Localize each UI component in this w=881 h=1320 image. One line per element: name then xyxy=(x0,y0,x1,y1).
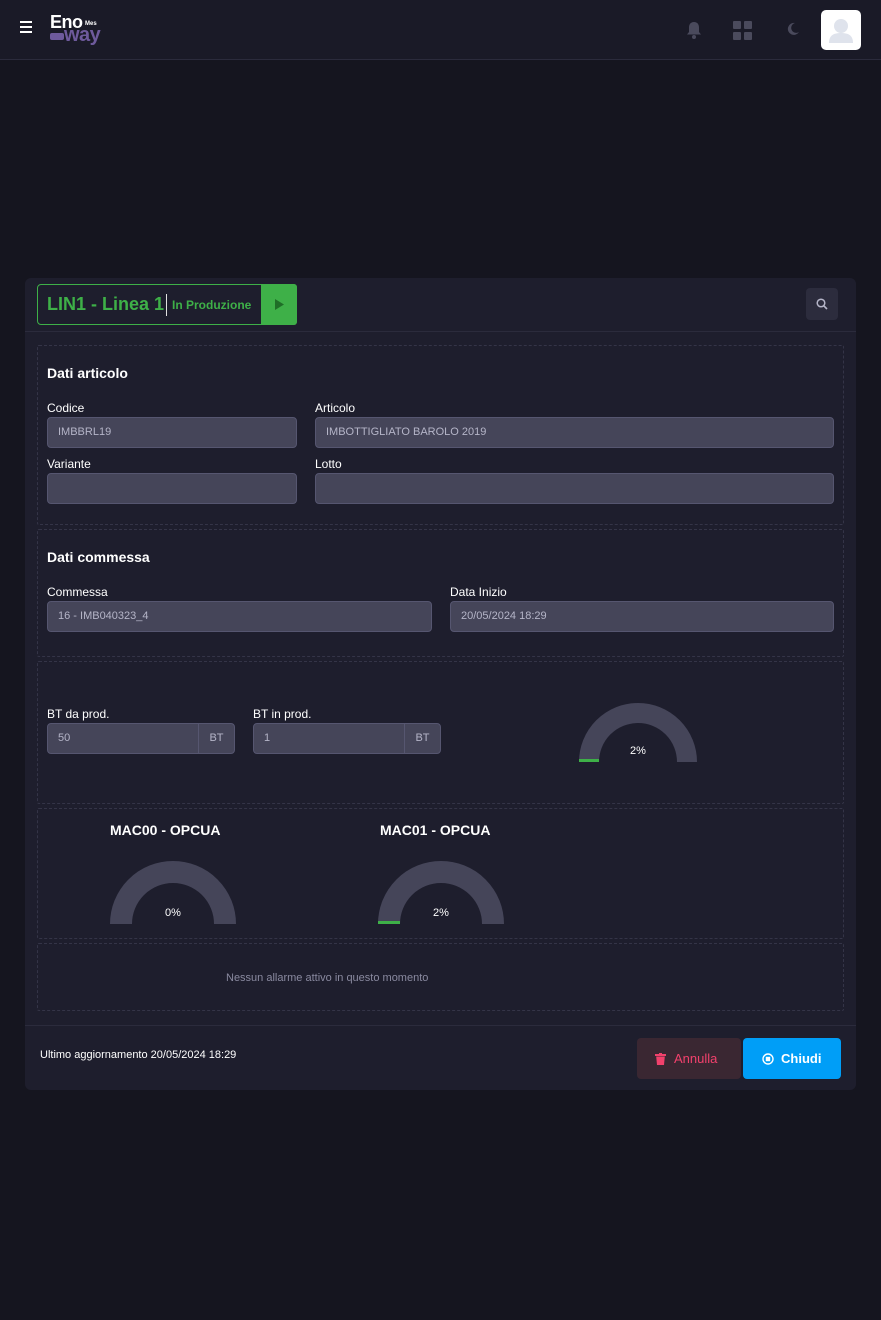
divider xyxy=(166,294,167,316)
bell-icon[interactable] xyxy=(684,20,704,40)
bt-da-prod-field[interactable]: 50 BT xyxy=(47,723,235,754)
top-bar: Eno Mes way xyxy=(0,0,881,60)
production-progress-section: BT da prod. 50 BT BT in prod. 1 BT 2% xyxy=(37,661,844,804)
user-icon xyxy=(829,19,853,43)
section-title: Dati commessa xyxy=(47,549,150,565)
data-inizio-field[interactable]: 20/05/2024 18:29 xyxy=(450,601,834,632)
articolo-section: Dati articolo Codice IMBBRL19 Articolo I… xyxy=(37,345,844,525)
annulla-label: Annulla xyxy=(674,1051,718,1066)
machine-title-mac00: MAC00 - OPCUA xyxy=(110,822,221,838)
bt-da-prod-label: BT da prod. xyxy=(47,707,110,721)
line-title: LIN1 - Linea 1 xyxy=(47,294,165,314)
search-button[interactable] xyxy=(806,288,838,320)
commessa-section: Dati commessa Commessa 16 - IMB040323_4 … xyxy=(37,529,844,657)
alarm-message: Nessun allarme attivo in questo momento xyxy=(226,972,429,984)
lotto-field[interactable] xyxy=(315,473,834,504)
lotto-label: Lotto xyxy=(315,457,342,471)
play-button[interactable] xyxy=(261,284,297,325)
bt-in-prod-value: 1 xyxy=(264,732,271,744)
codice-field[interactable]: IMBBRL19 xyxy=(47,417,297,448)
articolo-label: Articolo xyxy=(315,401,356,415)
user-avatar[interactable] xyxy=(821,10,861,50)
card-header: LIN1 - Linea 1 In Produzione xyxy=(25,278,856,332)
bt-da-prod-value: 50 xyxy=(58,732,71,744)
bt-da-prod-unit: BT xyxy=(198,724,234,753)
bt-in-prod-unit: BT xyxy=(404,724,440,753)
card-footer: Ultimo aggiornamento 20/05/2024 18:29 An… xyxy=(25,1025,856,1090)
codice-label: Codice xyxy=(47,401,85,415)
variante-field[interactable] xyxy=(47,473,297,504)
chiudi-label: Chiudi xyxy=(781,1051,822,1066)
logo-text-sub: way xyxy=(64,24,101,46)
moon-icon[interactable] xyxy=(786,22,800,36)
line-badge: LIN1 - Linea 1 In Produzione xyxy=(37,284,297,325)
stop-icon xyxy=(762,1053,774,1065)
gauge-label: 2% xyxy=(630,745,646,757)
annulla-button[interactable]: Annulla xyxy=(637,1038,741,1079)
logo-mark xyxy=(50,33,64,40)
gauge-label: 0% xyxy=(165,907,181,919)
commessa-label: Commessa xyxy=(47,585,108,599)
apps-grid-icon[interactable] xyxy=(733,21,752,40)
articolo-field[interactable]: IMBOTTIGLIATO BAROLO 2019 xyxy=(315,417,834,448)
commessa-field[interactable]: 16 - IMB040323_4 xyxy=(47,601,432,632)
menu-icon[interactable] xyxy=(20,21,36,37)
variante-label: Variante xyxy=(47,457,91,471)
section-title: Dati articolo xyxy=(47,365,128,381)
last-update-text: Ultimo aggiornamento 20/05/2024 18:29 xyxy=(40,1049,237,1061)
machine-gauge-mac01: 2% xyxy=(378,861,504,925)
machine-gauge-mac00: 0% xyxy=(110,861,236,925)
machine-title-mac01: MAC01 - OPCUA xyxy=(380,822,491,838)
production-gauge: 2% xyxy=(579,702,697,763)
bt-in-prod-label: BT in prod. xyxy=(253,707,312,721)
trash-icon xyxy=(655,1053,666,1065)
app-logo[interactable]: Eno Mes way xyxy=(50,12,110,48)
play-icon xyxy=(275,299,284,310)
alarms-section: Nessun allarme attivo in questo momento xyxy=(37,943,844,1011)
chiudi-button[interactable]: Chiudi xyxy=(743,1038,841,1079)
search-icon xyxy=(816,298,828,310)
production-line-card: LIN1 - Linea 1 In Produzione Dati artico… xyxy=(25,278,856,1090)
machines-section: MAC00 - OPCUA 0% MAC01 - OPCUA 2% xyxy=(37,808,844,939)
line-status: In Produzione xyxy=(172,298,252,312)
gauge-label: 2% xyxy=(433,907,449,919)
bt-in-prod-field[interactable]: 1 BT xyxy=(253,723,441,754)
data-inizio-label: Data Inizio xyxy=(450,585,507,599)
